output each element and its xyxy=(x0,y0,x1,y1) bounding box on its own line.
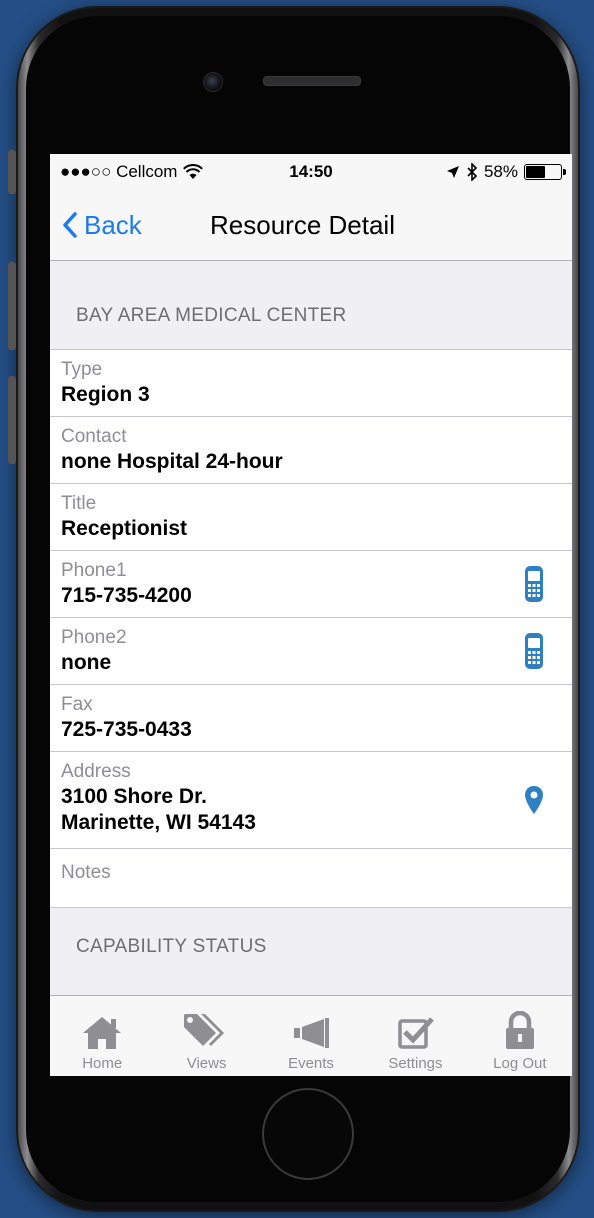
tab-bar: Home Views Events Settings Log Out xyxy=(50,995,572,1076)
field-row-phone1[interactable]: Phone1 715-735-4200 xyxy=(50,551,572,618)
address-line2: Marinette, WI 54143 xyxy=(61,811,256,834)
navigation-bar: Back Resource Detail xyxy=(50,190,572,261)
tab-settings[interactable]: Settings xyxy=(363,996,467,1076)
mute-switch xyxy=(8,150,16,194)
tab-label: Home xyxy=(82,1055,123,1072)
field-label: Type xyxy=(61,359,103,380)
field-label: Fax xyxy=(61,694,93,715)
address-line1: 3100 Shore Dr. xyxy=(61,785,207,808)
field-label: Phone2 xyxy=(61,627,127,648)
field-value: none xyxy=(61,651,112,674)
location-arrow-icon xyxy=(446,166,459,178)
carrier-label: ●●●○○ Cellcom xyxy=(60,162,178,181)
lock-icon xyxy=(505,1011,534,1049)
back-button[interactable]: Back xyxy=(50,210,142,241)
field-label: Phone1 xyxy=(61,560,127,581)
section-header-capability: CAPABILITY STATUS xyxy=(76,936,267,957)
mobile-phone-icon[interactable] xyxy=(524,632,544,670)
battery-percent: 58% xyxy=(483,162,518,181)
field-label: Notes xyxy=(61,862,111,883)
tags-icon xyxy=(183,1014,224,1046)
checkbox-icon xyxy=(398,1017,435,1049)
field-value: Receptionist xyxy=(61,517,188,540)
earpiece-speaker xyxy=(263,76,361,86)
field-row-address[interactable]: Address 3100 Shore Dr. Marinette, WI 541… xyxy=(50,752,572,849)
resource-details-list: Type Region 3 Contact none Hospital 24-h… xyxy=(50,349,572,908)
field-value: Region 3 xyxy=(61,383,150,406)
tab-label: Events xyxy=(288,1055,334,1072)
field-row-fax: Fax 725-735-0433 xyxy=(50,685,572,752)
megaphone-icon xyxy=(294,1018,330,1048)
section-header-resource: BAY AREA MEDICAL CENTER xyxy=(76,305,347,326)
field-value: none Hospital 24-hour xyxy=(61,450,283,473)
battery-level xyxy=(526,166,545,178)
map-pin-icon[interactable] xyxy=(524,785,544,815)
back-label: Back xyxy=(84,209,142,240)
tab-log-out[interactable]: Log Out xyxy=(468,996,572,1076)
screen: ●●●○○ Cellcom 14:50 58% Back Resource De… xyxy=(50,154,572,1076)
tab-label: Views xyxy=(186,1055,227,1072)
home-button[interactable] xyxy=(262,1088,354,1180)
home-icon xyxy=(83,1017,122,1049)
page-title: Resource Detail xyxy=(210,209,395,240)
field-value: 725-735-0433 xyxy=(61,718,192,741)
field-row-contact: Contact none Hospital 24-hour xyxy=(50,417,572,484)
field-row-type: Type Region 3 xyxy=(50,350,572,417)
battery-icon xyxy=(524,164,566,180)
bluetooth-icon xyxy=(467,163,478,181)
tab-events[interactable]: Events xyxy=(259,996,363,1076)
field-row-phone2[interactable]: Phone2 none xyxy=(50,618,572,685)
wifi-icon xyxy=(183,164,204,179)
tab-views[interactable]: Views xyxy=(154,996,258,1076)
tab-label: Log Out xyxy=(493,1055,547,1072)
tab-label: Settings xyxy=(388,1055,443,1072)
front-camera xyxy=(203,72,223,92)
volume-up-button xyxy=(8,262,16,350)
mobile-phone-icon[interactable] xyxy=(524,565,544,603)
status-bar: ●●●○○ Cellcom 14:50 58% xyxy=(50,154,572,190)
field-row-notes: Notes xyxy=(50,849,572,908)
field-value: 715-735-4200 xyxy=(61,584,192,607)
field-label: Contact xyxy=(61,426,127,447)
tab-home[interactable]: Home xyxy=(50,996,154,1076)
volume-down-button xyxy=(8,376,16,464)
field-row-title: Title Receptionist xyxy=(50,484,572,551)
field-label: Address xyxy=(61,761,131,782)
field-label: Title xyxy=(61,493,97,514)
chevron-left-icon xyxy=(63,212,77,238)
